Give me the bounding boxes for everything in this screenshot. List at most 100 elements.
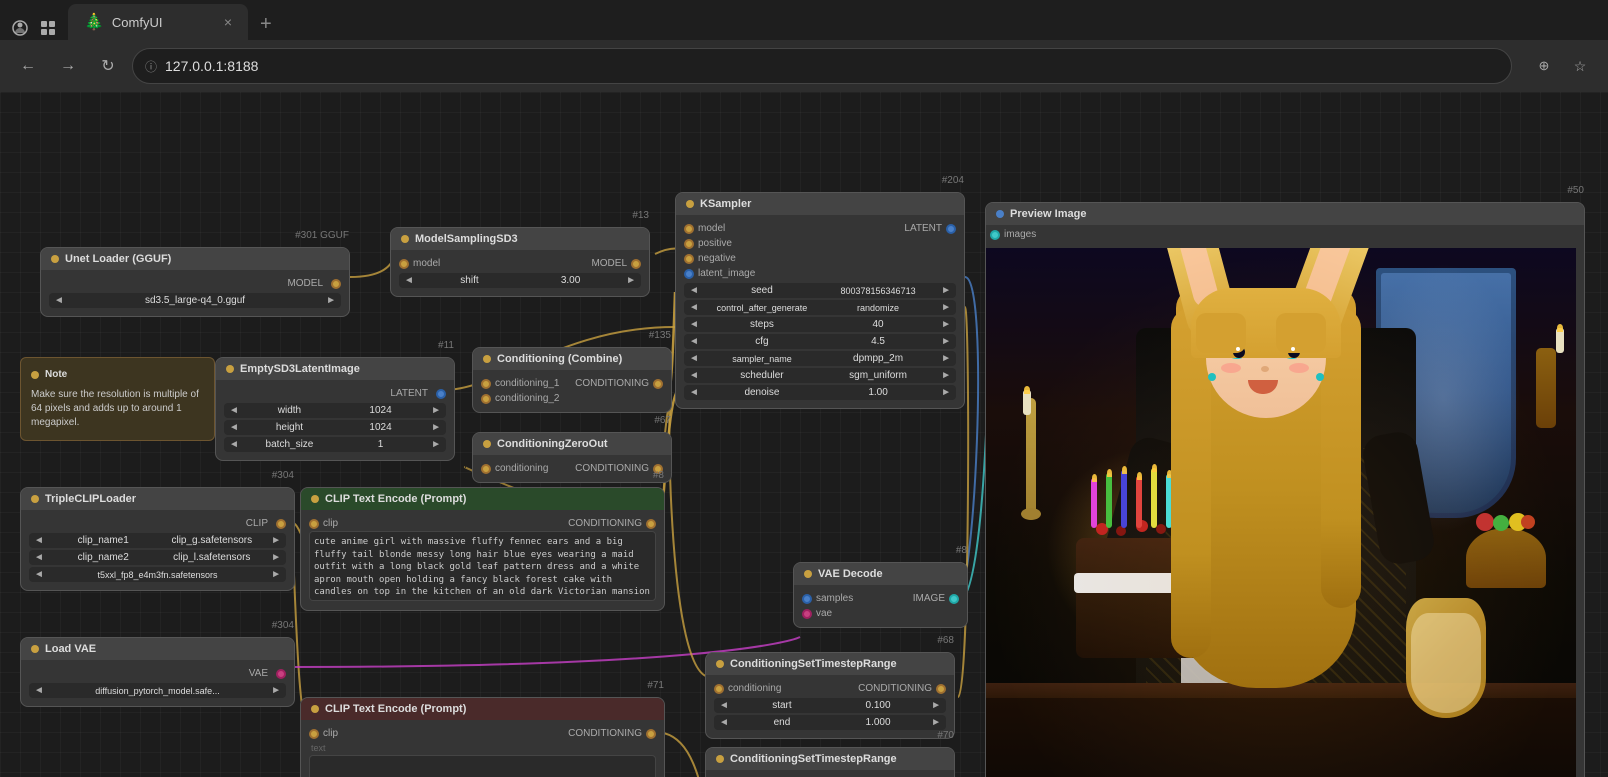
end-stepper[interactable]: ◄ end 1.000 ►: [714, 715, 946, 730]
cond-in-port[interactable]: [481, 464, 491, 474]
sampler-stepper[interactable]: ◄ sampler_name dpmpp_2m ►: [684, 351, 956, 366]
cond2-port[interactable]: [481, 394, 491, 404]
shift-label: shift: [419, 273, 520, 288]
clip3-prev[interactable]: ◄: [29, 567, 49, 582]
sampler-prev[interactable]: ◄: [684, 351, 704, 366]
cond-out-port[interactable]: [653, 379, 663, 389]
sched-next[interactable]: ►: [936, 368, 956, 383]
control-stepper[interactable]: ◄ control_after_generate randomize ►: [684, 300, 956, 315]
cond-in-label: conditioning: [728, 683, 781, 694]
latent-port[interactable]: [946, 224, 956, 234]
width-next-btn[interactable]: ►: [426, 403, 446, 418]
steps-next[interactable]: ►: [936, 317, 956, 332]
cond-out-port[interactable]: [646, 729, 656, 739]
ctrl-next[interactable]: ►: [936, 300, 956, 315]
pos-port[interactable]: [684, 239, 694, 249]
clip2-next[interactable]: ►: [266, 550, 286, 565]
denoise-stepper[interactable]: ◄ denoise 1.00 ►: [684, 385, 956, 400]
vae-next[interactable]: ►: [266, 683, 286, 698]
height-next-btn[interactable]: ►: [426, 420, 446, 435]
active-tab[interactable]: 🎄 ComfyUI ×: [68, 4, 248, 40]
canvas-area[interactable]: #301 GGUF Unet Loader (GGUF) MODEL ◄ sd3…: [0, 92, 1608, 777]
image-port[interactable]: [949, 594, 959, 604]
new-tab-button[interactable]: +: [256, 9, 276, 40]
vae-in-port[interactable]: [802, 609, 812, 619]
ksampler-header: KSampler: [676, 193, 964, 215]
batch-prev-btn[interactable]: ◄: [224, 437, 244, 452]
height-prev-btn[interactable]: ◄: [224, 420, 244, 435]
clip3-next[interactable]: ►: [266, 567, 286, 582]
samples-in: samples: [802, 593, 853, 604]
width-prev-btn[interactable]: ◄: [224, 403, 244, 418]
model-in-port[interactable]: [399, 259, 409, 269]
grid-icon[interactable]: [36, 16, 60, 40]
model-in-port[interactable]: [684, 224, 694, 234]
vae-prev[interactable]: ◄: [29, 683, 49, 698]
bookmark-button[interactable]: ☆: [1564, 50, 1596, 82]
height-stepper[interactable]: ◄ height 1024 ►: [224, 420, 446, 435]
cond-out-port[interactable]: [936, 684, 946, 694]
ctrl-prev[interactable]: ◄: [684, 300, 704, 315]
unet-next-btn[interactable]: ►: [321, 293, 341, 308]
images-in-port[interactable]: [990, 230, 1000, 240]
cond-out-port[interactable]: [646, 519, 656, 529]
nav-forward-button[interactable]: →: [52, 50, 84, 82]
denoise-next[interactable]: ►: [936, 385, 956, 400]
start-next[interactable]: ►: [926, 698, 946, 713]
cfg-prev[interactable]: ◄: [684, 334, 704, 349]
seed-stepper[interactable]: ◄ seed 800378156346713 ►: [684, 283, 956, 298]
note-node: Note Make sure the resolution is multipl…: [20, 357, 215, 441]
start-prev[interactable]: ◄: [714, 698, 734, 713]
samples-port[interactable]: [802, 594, 812, 604]
unet-name-stepper[interactable]: ◄ sd3.5_large-q4_0.gguf ►: [49, 293, 341, 308]
denoise-prev[interactable]: ◄: [684, 385, 704, 400]
model-out-port[interactable]: [631, 259, 641, 269]
end-prev[interactable]: ◄: [714, 715, 734, 730]
batch-stepper[interactable]: ◄ batch_size 1 ►: [224, 437, 446, 452]
sched-prev[interactable]: ◄: [684, 368, 704, 383]
latent-in-port[interactable]: [684, 269, 694, 279]
end-next[interactable]: ►: [926, 715, 946, 730]
batch-next-btn[interactable]: ►: [426, 437, 446, 452]
clip-negative-prompt[interactable]: [309, 755, 656, 777]
sampler-next[interactable]: ►: [936, 351, 956, 366]
steps-stepper[interactable]: ◄ steps 40 ►: [684, 317, 956, 332]
scheduler-stepper[interactable]: ◄ scheduler sgm_uniform ►: [684, 368, 956, 383]
model-output-port[interactable]: [331, 279, 341, 289]
fruits: [1471, 513, 1541, 543]
shift-stepper[interactable]: ◄ shift 3.00 ►: [399, 273, 641, 288]
unet-prev-btn[interactable]: ◄: [49, 293, 69, 308]
steps-prev[interactable]: ◄: [684, 317, 704, 332]
tab-close-button[interactable]: ×: [224, 14, 232, 30]
cond1-port[interactable]: [481, 379, 491, 389]
nav-reload-button[interactable]: ↻: [92, 50, 124, 82]
latent-out-port[interactable]: [436, 389, 446, 399]
clip2-prev[interactable]: ◄: [29, 550, 49, 565]
clip-positive-prompt[interactable]: cute anime girl with massive fluffy fenn…: [309, 531, 656, 601]
clip-in-port[interactable]: [309, 519, 319, 529]
vae-out-port[interactable]: [276, 669, 286, 679]
clip1-next[interactable]: ►: [266, 533, 286, 548]
nav-back-button[interactable]: ←: [12, 50, 44, 82]
address-bar[interactable]: ⓘ 127.0.0.1:8188: [132, 48, 1512, 84]
shift-prev-btn[interactable]: ◄: [399, 273, 419, 288]
clip1-stepper[interactable]: ◄ clip_name1 clip_g.safetensors ►: [29, 533, 286, 548]
clip1-prev[interactable]: ◄: [29, 533, 49, 548]
shift-next-btn[interactable]: ►: [621, 273, 641, 288]
seed-next[interactable]: ►: [936, 283, 956, 298]
vae-name-stepper[interactable]: ◄ diffusion_pytorch_model.safe... ►: [29, 683, 286, 698]
neg-port[interactable]: [684, 254, 694, 264]
clip2-stepper[interactable]: ◄ clip_name2 clip_l.safetensors ►: [29, 550, 286, 565]
clip3-stepper[interactable]: ◄ t5xxl_fp8_e4m3fn.safetensors ►: [29, 567, 286, 582]
width-stepper[interactable]: ◄ width 1024 ►: [224, 403, 446, 418]
clip-out-port[interactable]: [276, 519, 286, 529]
profile-icon[interactable]: [8, 16, 32, 40]
cfg-next[interactable]: ►: [936, 334, 956, 349]
extensions-button[interactable]: ⊕: [1528, 50, 1560, 82]
start-stepper[interactable]: ◄ start 0.100 ►: [714, 698, 946, 713]
cfg-stepper[interactable]: ◄ cfg 4.5 ►: [684, 334, 956, 349]
candle5: [1151, 468, 1157, 528]
clip-in-port[interactable]: [309, 729, 319, 739]
cond-in-port[interactable]: [714, 684, 724, 694]
seed-prev[interactable]: ◄: [684, 283, 704, 298]
